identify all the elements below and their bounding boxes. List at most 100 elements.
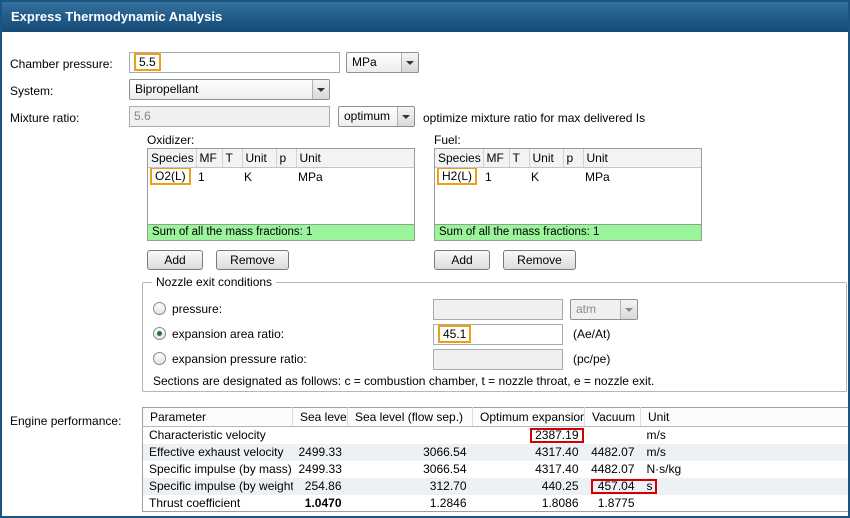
chamber-pressure-label: Chamber pressure: (10, 57, 113, 71)
chamber-pressure-value-highlight: 5.5 (134, 52, 161, 71)
engine-col-vacuum: Vacuum (584, 407, 641, 427)
vacuum-cell: 4482.07 (591, 462, 635, 476)
system-combo[interactable]: Bipropellant (129, 79, 330, 100)
unit-cell: m/s (640, 443, 848, 461)
p-cell[interactable] (276, 167, 296, 186)
flow-sep-cell: 312.70 (347, 477, 473, 495)
flow-sep-cell: 3066.54 (423, 462, 467, 476)
expansion-area-ratio-input[interactable]: 45.1 (433, 324, 563, 345)
engine-header-row: Parameter Sea level Sea level (flow sep.… (142, 407, 848, 427)
area-ratio-value-highlight: 45.1 (438, 324, 472, 343)
oxidizer-table: Species MF T Unit p Unit O2(L) 1 K MPa (147, 148, 415, 225)
fuel-col-t-unit: Unit (529, 149, 564, 168)
fuel-add-button[interactable]: Add (434, 250, 490, 270)
table-row[interactable]: H2(L) 1 K MPa (435, 167, 701, 186)
chevron-down-icon[interactable] (401, 53, 418, 72)
unit-cell: s (640, 477, 848, 495)
mixture-ratio-mode-combo[interactable]: optimum (338, 106, 415, 127)
mf-cell[interactable]: 1 (196, 167, 222, 186)
nozzle-exit-groupbox: Nozzle exit conditions pressure: atm exp… (142, 275, 847, 392)
optimum-cell: 440.25 (472, 477, 585, 495)
species-highlight: O2(L) (150, 167, 191, 185)
sea-level-cell: 2499.33 (298, 462, 342, 476)
area-ratio-suffix: (Ae/At) (573, 327, 611, 341)
fuel-sum-row: Sum of all the mass fractions: 1 (434, 224, 702, 241)
fuel-col-p-unit: Unit (583, 149, 701, 168)
unit-cell (641, 495, 849, 512)
fuel-table: Species MF T Unit p Unit H2(L) 1 K MPa (434, 148, 702, 225)
mixture-ratio-hint: optimize mixture ratio for max delivered… (423, 111, 646, 125)
p-unit-cell[interactable]: MPa (583, 167, 701, 186)
optimum-cell: 4317.40 (472, 443, 585, 461)
chevron-down-icon[interactable] (397, 107, 414, 126)
table-row: Specific impulse (by mass) 2499.33 3066.… (143, 461, 849, 478)
t-unit-cell[interactable]: K (529, 167, 563, 186)
sea-level-cell (293, 427, 348, 444)
mixture-ratio-input[interactable]: 5.6 (129, 106, 330, 127)
expansion-area-ratio-radio[interactable] (153, 327, 166, 340)
oxidizer-label: Oxidizer: (147, 133, 195, 147)
engine-col-optimum: Optimum expansion (472, 407, 585, 427)
system-label: System: (10, 84, 54, 98)
system-value: Bipropellant (135, 82, 199, 96)
sea-level-cell: 2499.33 (292, 443, 348, 461)
sections-note: Sections are designated as follows: c = … (153, 374, 655, 388)
p-unit-cell[interactable]: MPa (296, 167, 414, 186)
fuel-col-species: Species (435, 149, 484, 168)
pressure-input[interactable] (433, 299, 563, 320)
unit-cell: N·s/kg (646, 462, 682, 476)
expansion-area-ratio-label[interactable]: expansion area ratio: (172, 327, 284, 341)
engine-col-unit: Unit (640, 407, 848, 427)
expansion-pressure-ratio-label[interactable]: expansion pressure ratio: (172, 352, 307, 366)
express-thermodynamic-analysis-window: Express Thermodynamic Analysis Chamber p… (0, 0, 850, 518)
parameter-cell: Thrust coefficient (149, 495, 241, 510)
oxidizer-col-p: p (276, 149, 297, 168)
mf-cell[interactable]: 1 (483, 167, 509, 186)
chevron-down-icon[interactable] (312, 80, 329, 99)
species-highlight: H2(L) (437, 167, 478, 185)
oxidizer-add-button[interactable]: Add (147, 250, 203, 270)
chamber-pressure-unit-combo[interactable]: MPa (346, 52, 419, 73)
mixture-ratio-label: Mixture ratio: (10, 111, 80, 125)
fuel-col-p: p (563, 149, 584, 168)
expansion-pressure-ratio-input[interactable] (433, 349, 563, 370)
vacuum-cell: 1.8775 (597, 495, 635, 510)
p-cell[interactable] (563, 167, 583, 186)
table-row[interactable]: O2(L) 1 K MPa (148, 167, 414, 186)
fuel-col-mf: MF (483, 149, 510, 168)
chamber-pressure-input[interactable]: 5.5 (129, 52, 340, 73)
species-cell[interactable]: O2(L) (148, 167, 196, 186)
optimum-cell: 1.8086 (541, 495, 579, 510)
parameter-cell: Effective exhaust velocity (142, 443, 293, 461)
fuel-remove-button[interactable]: Remove (503, 250, 576, 270)
oxidizer-col-t: T (222, 149, 243, 168)
pressure-radio-label[interactable]: pressure: (172, 302, 222, 316)
callout-characteristic-velocity (530, 428, 584, 443)
pressure-unit-value: atm (576, 302, 597, 316)
fuel-label: Fuel: (434, 133, 461, 147)
pressure-radio[interactable] (153, 302, 166, 315)
oxidizer-remove-button[interactable]: Remove (216, 250, 289, 270)
engine-col-sea-level: Sea level (292, 407, 348, 427)
oxidizer-col-t-unit: Unit (242, 149, 277, 168)
engine-col-parameter: Parameter (142, 407, 293, 427)
parameter-cell: Specific impulse (by weight) (142, 477, 293, 495)
expansion-pressure-ratio-radio[interactable] (153, 352, 166, 365)
pressure-ratio-suffix: (pc/pe) (573, 352, 611, 366)
flow-sep-cell (348, 427, 473, 444)
callout-specific-impulse-vacuum (591, 479, 657, 494)
flow-sep-cell: 3066.54 (347, 443, 473, 461)
window-title: Express Thermodynamic Analysis (11, 9, 223, 24)
pressure-unit-combo[interactable]: atm (570, 299, 638, 320)
nozzle-groupbox-title: Nozzle exit conditions (152, 275, 277, 289)
t-unit-cell[interactable]: K (242, 167, 276, 186)
t-cell[interactable] (222, 167, 242, 186)
engine-performance-label: Engine performance: (10, 414, 122, 428)
table-row: Characteristic velocity 2387.19 m/s (143, 427, 849, 444)
vacuum-cell (585, 427, 641, 444)
t-cell[interactable] (509, 167, 529, 186)
parameter-cell: Characteristic velocity (149, 428, 266, 443)
species-cell[interactable]: H2(L) (435, 167, 483, 186)
engine-performance-table: Parameter Sea level Sea level (flow sep.… (142, 407, 848, 512)
oxidizer-col-mf: MF (196, 149, 223, 168)
